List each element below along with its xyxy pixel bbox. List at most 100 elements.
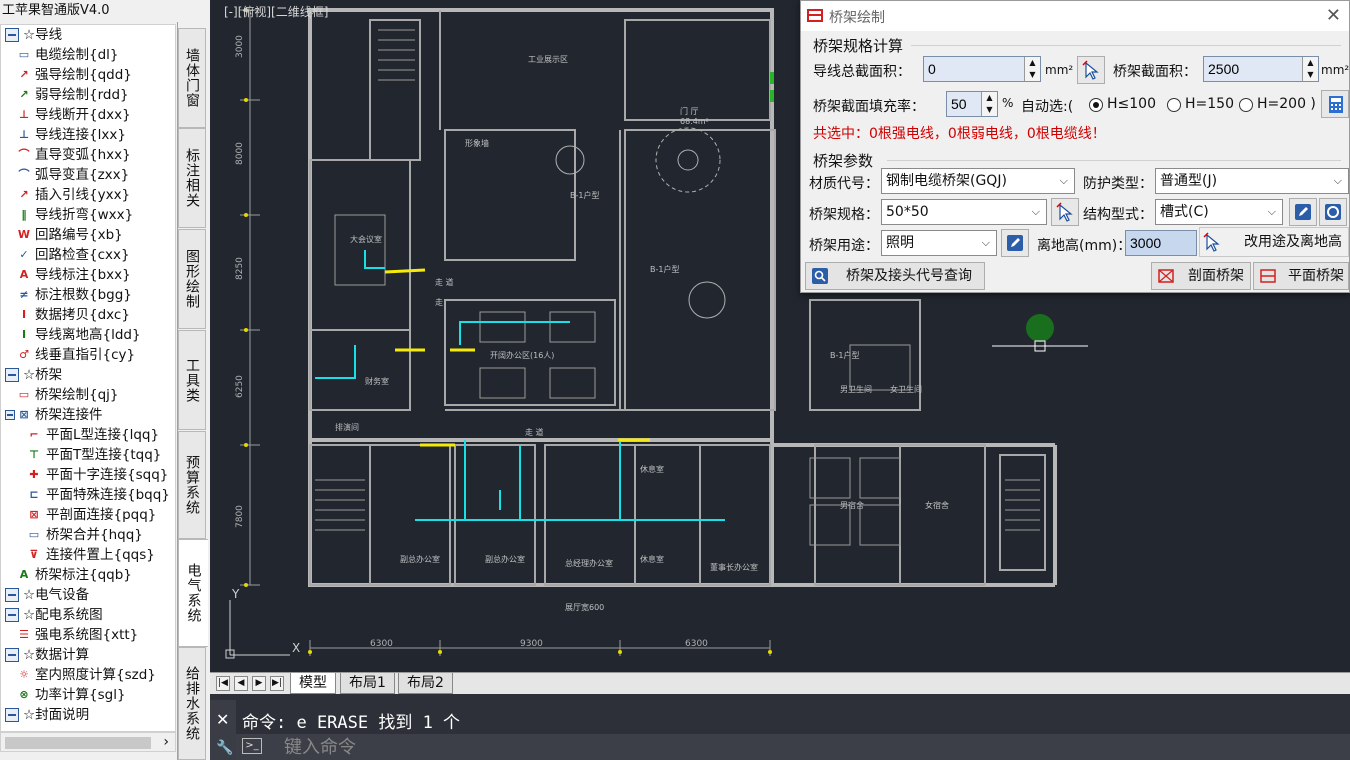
tab-plumbing[interactable]: 给排水系统 (178, 647, 206, 760)
wire-area-field[interactable]: ▲▼ (923, 56, 1041, 82)
structure-select[interactable]: 槽式(C) ⌵ (1155, 199, 1283, 225)
tab-tools[interactable]: 工具类 (178, 330, 206, 430)
room-label: 展厅宽600 (565, 602, 604, 612)
refresh-button[interactable] (1319, 198, 1347, 226)
tree-item[interactable]: ⌒ 直导变弧{hxx} (1, 145, 175, 165)
edit-button[interactable] (1289, 198, 1317, 226)
tab-model[interactable]: 模型 (290, 673, 336, 694)
tree-item[interactable]: ⊠ 平剖面连接{pqq} (1, 505, 175, 525)
section-tray-button[interactable]: 剖面桥架 (1151, 262, 1251, 290)
tree-item[interactable]: A 导线标注{bxx} (1, 265, 175, 285)
tab-wall-window[interactable]: 墙体门窗 (178, 28, 206, 128)
fill-rate-input[interactable] (949, 94, 977, 114)
viewport-label[interactable]: [-][俯视][二维线框] (224, 3, 328, 20)
tree-item[interactable]: ↗ 弱导绘制{rdd} (1, 85, 175, 105)
tree-item[interactable]: I 数据拷贝{dxc} (1, 305, 175, 325)
last-tab-icon[interactable]: ▶| (270, 676, 284, 691)
usage-select[interactable]: 照明 ⌵ (881, 230, 997, 256)
next-tab-icon[interactable]: ▶ (252, 676, 266, 691)
tree-item[interactable]: ✓ 回路检查{cxx} (1, 245, 175, 265)
tree-item[interactable]: ⌐ 平面L型连接{lqq} (1, 425, 175, 445)
tree-item[interactable]: ⊗ 功率计算{sgl} (1, 685, 175, 705)
tree-item[interactable]: ♂ 线垂直指引{cy} (1, 345, 175, 365)
tree-horizontal-scrollbar[interactable]: › (0, 732, 176, 752)
room-label: 走 (435, 298, 443, 307)
tree-item[interactable]: ⊠ 桥架连接件 (1, 405, 175, 425)
close-icon[interactable]: ✕ (216, 710, 229, 729)
material-select[interactable]: 钢制电缆桥架(GQJ) ⌵ (881, 168, 1075, 194)
tree-item[interactable]: ☆桥架 (1, 365, 175, 385)
tree-item[interactable]: ☰ 强电系统图{xtt} (1, 625, 175, 645)
tree-item[interactable]: A 桥架标注{qqb} (1, 565, 175, 585)
plan-tray-button[interactable]: 平面桥架 (1253, 262, 1349, 290)
tree-item[interactable]: ≠ 标注根数{bgg} (1, 285, 175, 305)
tab-electrical[interactable]: 电气系统 (178, 539, 208, 647)
edit-usage-button[interactable] (1001, 229, 1029, 257)
tree-item[interactable]: ☆封面说明 (1, 705, 175, 725)
tree-item[interactable]: ▭ 电缆绘制{dl} (1, 45, 175, 65)
room-label: 副总办公室 (400, 554, 440, 564)
tree-item[interactable]: ⊽ 连接件置上{qqs} (1, 545, 175, 565)
change-usage-button[interactable]: 改用途及离地高 (1199, 227, 1349, 257)
query-button[interactable]: 桥架及接头代号查询 (805, 262, 985, 290)
collapse-icon[interactable] (5, 28, 19, 42)
prompt-icon[interactable]: >_ (242, 738, 262, 754)
fill-rate-field[interactable]: ▲▼ (946, 91, 998, 117)
tree-item[interactable]: ⌒ 弧导变直{zxx} (1, 165, 175, 185)
tree-item[interactable]: ‖ 导线折弯{wxx} (1, 205, 175, 225)
spin-arrows-icon[interactable]: ▲ ▼ (1024, 57, 1040, 81)
collapse-icon[interactable] (5, 368, 19, 382)
tree-item[interactable]: ⊥ 导线连接{lxx} (1, 125, 175, 145)
tree-item[interactable]: ↗ 强导绘制{qdd} (1, 65, 175, 85)
tree-item[interactable]: W 回路编号{xb} (1, 225, 175, 245)
wire-area-input[interactable] (926, 59, 1020, 79)
calculator-button[interactable] (1321, 90, 1349, 118)
tree-item-label: 平剖面连接{pqq} (46, 507, 157, 523)
collapse-icon[interactable] (5, 410, 15, 420)
prev-tab-icon[interactable]: ◀ (234, 676, 248, 691)
first-tab-icon[interactable]: |◀ (216, 676, 230, 691)
radio-h200[interactable] (1239, 98, 1253, 112)
tab-layout2[interactable]: 布局2 (398, 673, 453, 694)
tree-item[interactable]: ✚ 平面十字连接{sqq} (1, 465, 175, 485)
tree-item[interactable]: ↗ 插入引线{yxx} (1, 185, 175, 205)
collapse-icon[interactable] (5, 608, 19, 622)
tree-item[interactable]: ⊏ 平面特殊连接{bqq} (1, 485, 175, 505)
radio-h100[interactable] (1089, 98, 1103, 112)
tree-item[interactable]: ▭ 桥架合并{hqq} (1, 525, 175, 545)
collapse-icon[interactable] (5, 708, 19, 722)
tree-item[interactable]: ☆数据计算 (1, 645, 175, 665)
tree-item[interactable]: ☆配电系统图 (1, 605, 175, 625)
tree-item[interactable]: ▭ 桥架绘制{qj} (1, 385, 175, 405)
tab-drawing[interactable]: 图形绘制 (178, 229, 206, 329)
tree-item[interactable]: ☼ 室内照度计算{szd} (1, 665, 175, 685)
function-tree[interactable]: ☆导线 ▭ 电缆绘制{dl} ↗ 强导绘制{qdd} ↗ 弱导绘制{rdd} ⊥ 导线断开{dx… (0, 24, 176, 732)
wrench-icon[interactable]: 🔧 (216, 740, 233, 756)
spin-arrows-icon[interactable]: ▲ ▼ (981, 92, 997, 116)
scroll-right-icon[interactable]: › (163, 733, 169, 751)
command-input[interactable] (282, 736, 882, 758)
tab-budget[interactable]: 预算系统 (178, 431, 206, 539)
spec-select[interactable]: 50*50 ⌵ (881, 199, 1047, 225)
collapse-icon[interactable] (5, 588, 19, 602)
tab-annotation[interactable]: 标注相关 (178, 128, 206, 228)
tree-item[interactable]: I 导线离地高{ldd} (1, 325, 175, 345)
close-icon[interactable]: ✕ (1326, 5, 1341, 26)
tree-item[interactable]: ☆电气设备 (1, 585, 175, 605)
height-input[interactable] (1128, 233, 1194, 253)
pick-wire-button[interactable] (1077, 56, 1105, 84)
protection-select[interactable]: 普通型(J) ⌵ (1155, 168, 1349, 194)
tab-layout1[interactable]: 布局1 (340, 673, 395, 694)
radio-h150[interactable] (1167, 98, 1181, 112)
height-field[interactable] (1125, 230, 1197, 256)
pick-spec-button[interactable] (1051, 198, 1079, 226)
dialog-titlebar[interactable]: 桥架绘制 ✕ (801, 1, 1349, 31)
tray-area-input[interactable] (1206, 59, 1298, 79)
tray-area-field[interactable]: ▲▼ (1203, 56, 1319, 82)
tree-item[interactable]: ⊥ 导线断开{dxx} (1, 105, 175, 125)
scroll-thumb[interactable] (5, 737, 151, 749)
spin-arrows-icon[interactable]: ▲ ▼ (1302, 57, 1318, 81)
tree-item[interactable]: ☆导线 (1, 25, 175, 45)
tree-item[interactable]: ⊤ 平面T型连接{tqq} (1, 445, 175, 465)
collapse-icon[interactable] (5, 648, 19, 662)
